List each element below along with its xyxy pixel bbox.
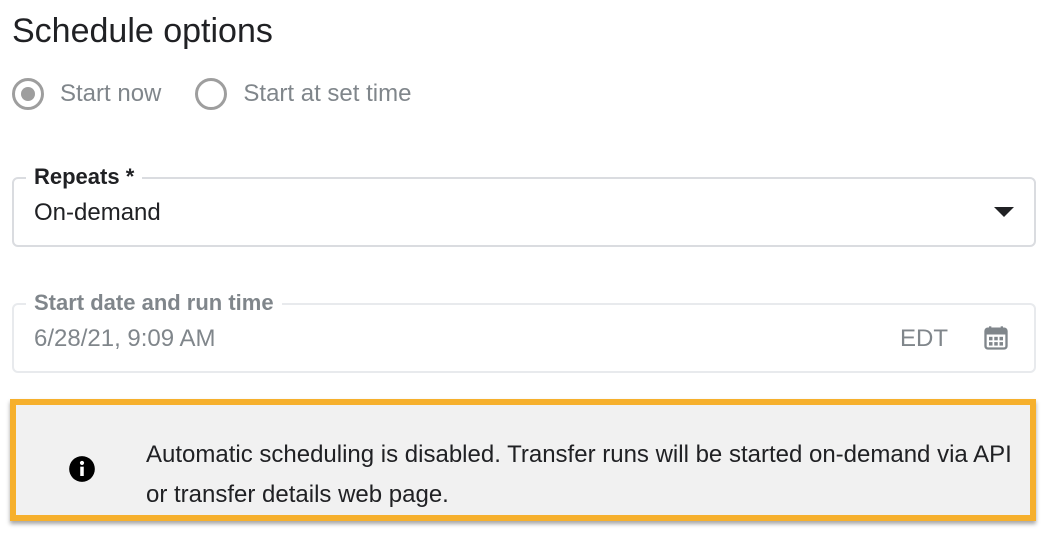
start-date-label: Start date and run time	[26, 290, 282, 316]
start-date-value: 6/28/21, 9:09 AM	[34, 325, 216, 352]
notice-text: Automatic scheduling is disabled. Transf…	[146, 441, 1012, 508]
start-date-field: Start date and run time 6/28/21, 9:09 AM…	[12, 290, 1036, 373]
start-now-label: Start now	[60, 80, 162, 107]
schedule-radio-group: Start now Start at set time	[12, 78, 445, 110]
info-icon	[68, 455, 96, 483]
notice-highlight: Automatic scheduling is disabled. Transf…	[10, 399, 1036, 521]
start-at-set-time-radio[interactable]: Start at set time	[195, 78, 411, 110]
radio-unchecked-icon	[195, 78, 228, 110]
section-title: Schedule options	[12, 12, 273, 50]
repeats-select[interactable]: Repeats * On-demand	[12, 164, 1036, 247]
repeats-label: Repeats *	[26, 164, 143, 190]
start-now-radio[interactable]: Start now	[12, 78, 161, 110]
repeats-value: On-demand	[34, 199, 161, 226]
info-notice: Automatic scheduling is disabled. Transf…	[16, 405, 1030, 515]
start-at-set-time-label: Start at set time	[243, 80, 412, 107]
timezone-label: EDT	[900, 325, 948, 352]
dropdown-arrow-icon[interactable]	[994, 207, 1014, 217]
calendar-icon	[982, 324, 1010, 352]
radio-checked-icon	[12, 78, 44, 110]
